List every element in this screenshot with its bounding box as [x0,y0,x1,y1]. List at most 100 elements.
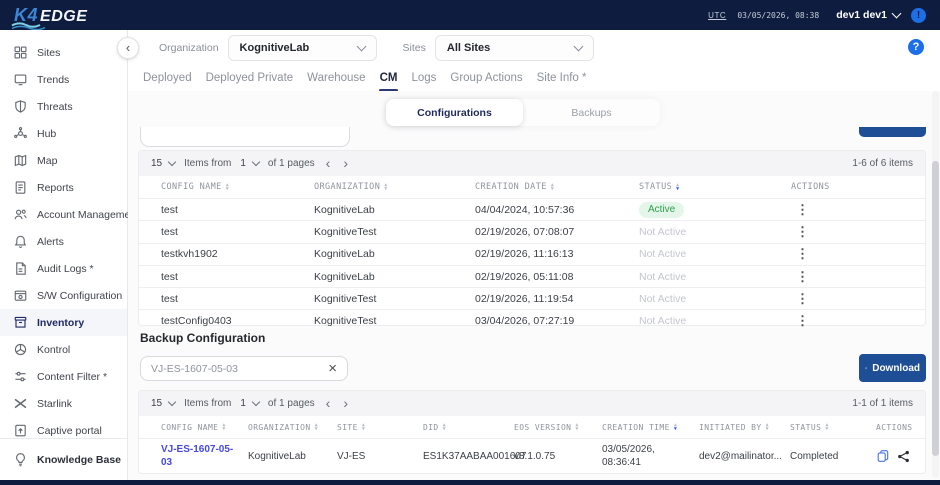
segment-configurations[interactable]: Configurations [386,99,523,126]
sidebar-item-inventory[interactable]: Inventory [0,309,127,336]
sort-icon: ▲▼ [551,183,554,192]
sort-icon: ▲▼ [575,423,578,432]
sidebar-item-audit-logs[interactable]: Audit Logs * [0,255,127,282]
sidebar-item-account-management[interactable]: Account Management [0,201,127,228]
tab-site-info[interactable]: Site Info * [536,65,588,91]
sidebar-item-starlink[interactable]: Starlink [0,390,127,417]
scrollbar-thumb[interactable] [932,161,939,456]
sort-icon: ▲▼ [766,423,769,432]
config-table-row: test KognitiveLab 04/04/2024, 10:57:36 A… [139,198,925,220]
bell-icon [13,234,28,249]
cell-creation-date: 03/04/2026, 07:27:19 [475,315,639,327]
row-actions-menu[interactable]: ⋮ [791,224,814,239]
copy-icon[interactable] [876,449,890,463]
column-header-organization[interactable]: ORGANIZATION▲▼ [314,182,475,192]
sort-icon: ▲▼ [226,183,229,192]
column-header-status[interactable]: STATUS▲▼ [639,182,791,192]
row-actions-menu[interactable]: ⋮ [791,269,814,284]
next-page-button[interactable]: › [341,156,350,170]
sidebar-item-threats[interactable]: Threats [0,93,127,120]
captive-portal-icon [13,423,28,438]
column-header-site[interactable]: SITE▲▼ [337,423,423,432]
sidebar-item-knowledge-base[interactable]: Knowledge Base [0,446,127,473]
help-icon[interactable]: ? [908,39,924,55]
chevron-down-icon [356,41,366,51]
cell-creation-time: 03/05/2026, 08:36:41 [602,443,699,470]
page-size-select[interactable]: 15 [151,158,175,169]
download-button[interactable]: Download [859,354,926,382]
chevron-down-icon [573,41,583,51]
backup-search-value: VJ-ES-1607-05-03 [151,363,238,375]
tab-cm[interactable]: CM [379,65,399,91]
backup-table-row: VJ-ES-1607-05-03 KognitiveLab VJ-ES ES1K… [139,438,925,473]
share-icon[interactable] [897,450,910,463]
status-text: Not Active [639,315,791,327]
of-pages-label: of 1 pages [268,158,315,169]
tab-group-actions[interactable]: Group Actions [449,65,523,91]
cell-organization: KognitiveTest [314,315,475,327]
tab-deployed-private[interactable]: Deployed Private [205,65,295,91]
column-header-did[interactable]: DID▲▼ [423,423,514,432]
cell-creation-date: 02/19/2026, 11:19:54 [475,293,639,305]
next-page-button[interactable]: › [341,396,350,410]
content-scrollbar[interactable] [932,91,939,478]
cell-config-name-link[interactable]: VJ-ES-1607-05-03 [161,443,248,470]
sidebar-item-kontrol[interactable]: Kontrol [0,336,127,363]
tab-deployed[interactable]: Deployed [142,65,193,91]
primary-action-button[interactable] [859,127,926,137]
sites-select[interactable]: All Sites [435,35,594,61]
sidebar-item-alerts[interactable]: Alerts [0,228,127,255]
column-header-initiated-by[interactable]: INITIATED BY▲▼ [699,423,790,432]
tab-warehouse[interactable]: Warehouse [306,65,366,91]
column-header-creation-time[interactable]: CREATION TIME▲▼ [602,423,699,432]
notification-badge-icon[interactable]: ! [911,8,926,23]
prev-page-button[interactable]: ‹ [324,156,333,170]
row-actions-menu[interactable]: ⋮ [791,246,814,261]
cell-initiated-by: dev2@mailinator... [699,451,790,462]
column-header-config-name[interactable]: CONFIG NAME▲▼ [161,423,248,432]
users-icon [13,207,28,222]
column-header-organization[interactable]: ORGANIZATION▲▼ [248,423,337,432]
clear-search-icon[interactable]: × [328,361,337,376]
tab-logs[interactable]: Logs [410,65,437,91]
sidebar-footer: Knowledge Base [0,438,127,480]
utc-toggle[interactable]: UTC [708,11,726,20]
config-table-row: testkvh1902 KognitiveLab 02/19/2026, 11:… [139,243,925,265]
cell-config-name: test [161,226,314,238]
map-icon [13,153,28,168]
hub-icon [13,126,28,141]
column-header-eos-version[interactable]: EOS VERSION▲▼ [514,423,602,432]
column-header-status[interactable]: STATUS▲▼ [790,423,876,432]
config-search-input[interactable] [140,127,350,147]
shield-icon [13,99,28,114]
sidebar-item-sw-configuration[interactable]: S/W Configuration [0,282,127,309]
prev-page-button[interactable]: ‹ [324,396,333,410]
brand-logo[interactable]: K4 EDGE [14,5,87,26]
row-actions-menu[interactable]: ⋮ [791,291,814,306]
sidebar-item-reports[interactable]: Reports [0,174,127,201]
content-filter-icon [13,369,28,384]
sidebar-item-trends[interactable]: Trends [0,66,127,93]
organization-select[interactable]: KognitiveLab [228,35,377,61]
sidebar-item-map[interactable]: Map [0,147,127,174]
report-icon [13,180,28,195]
column-header-config-name[interactable]: CONFIG NAME▲▼ [161,182,314,192]
row-actions-menu[interactable]: ⋮ [791,313,814,328]
config-table-row: test KognitiveTest 02/19/2026, 07:08:07 … [139,220,925,242]
user-menu[interactable]: dev1 dev1 [836,9,900,21]
backup-search-input[interactable]: VJ-ES-1607-05-03 × [140,356,348,381]
chevron-down-icon [892,9,902,19]
chevron-down-icon [252,398,260,406]
page-size-select[interactable]: 15 [151,398,175,409]
sidebar-item-sites[interactable]: Sites [0,39,127,66]
column-header-creation-date[interactable]: CREATION DATE▲▼ [475,182,639,192]
segment-backups[interactable]: Backups [523,99,660,126]
page-number-select[interactable]: 1 [240,398,259,409]
sidebar-item-content-filter[interactable]: Content Filter * [0,363,127,390]
cell-organization: KognitiveTest [314,293,475,305]
page-number-select[interactable]: 1 [240,158,259,169]
row-actions-menu[interactable]: ⋮ [791,202,814,217]
collapse-sidebar-button[interactable]: ‹ [117,37,139,59]
items-from-label: Items from [184,398,231,409]
sidebar-item-hub[interactable]: Hub [0,120,127,147]
